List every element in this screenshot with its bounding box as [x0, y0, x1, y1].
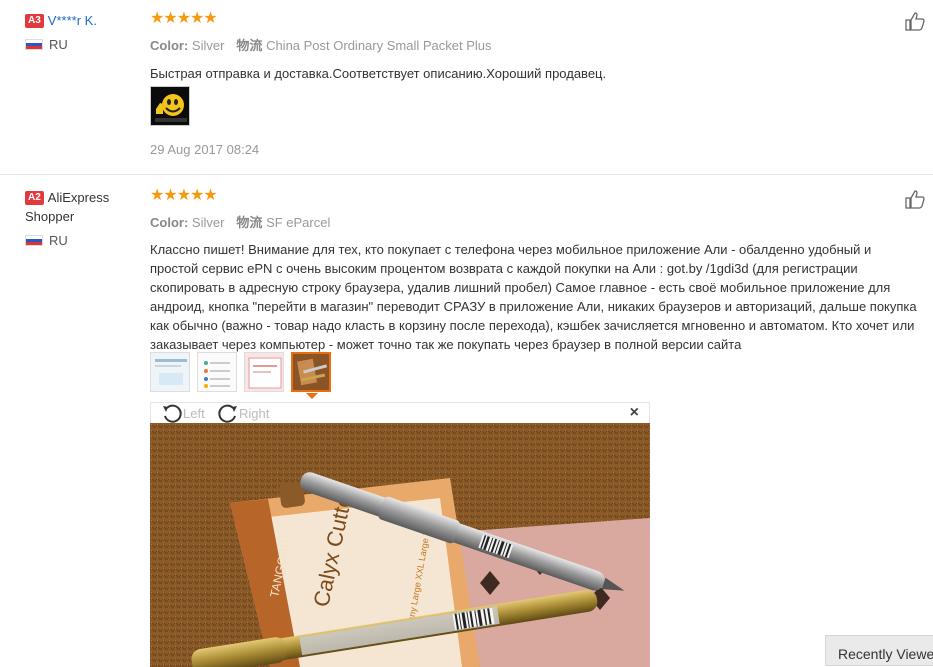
pens-on-cardboard-photo: Calyx Cutter TANGCHU Sunny Large XXL Lar… [150, 423, 650, 667]
review-text: Быстрая отправка и доставка.Соответствуе… [150, 66, 607, 81]
pens-thumb-image [293, 354, 329, 390]
buyer-level-badge: A3 [25, 14, 44, 28]
star-rating: ★★★★★ [150, 10, 218, 27]
rotate-right-icon [218, 404, 237, 423]
thumbs-up-smiley-image [151, 87, 189, 125]
rotate-left-button[interactable]: Left [161, 403, 205, 423]
recently-viewed-tab[interactable]: Recently Viewed [825, 635, 933, 666]
review-date: 29 Aug 2017 08:24 [150, 142, 260, 157]
review-photo-thumb[interactable] [197, 352, 237, 392]
order-info: Color: Silver 物流 SF eParcel [150, 215, 331, 230]
close-viewer-button[interactable]: × [630, 404, 639, 422]
buyer-level-badge: A2 [25, 191, 44, 205]
review-photo-thumb-selected[interactable] [291, 352, 331, 392]
reviewer-name[interactable]: V****r K. [48, 13, 97, 28]
image-viewer: Left Right × Calyx Cutter TANGCHU Sunny … [150, 402, 650, 667]
reviewer-info: A3 V****r K. RU [25, 11, 140, 52]
viewer-toolbar: Left Right × [150, 402, 650, 423]
thumbs-up-icon[interactable] [904, 10, 926, 32]
rotate-right-button[interactable]: Right [217, 403, 269, 423]
review-body: ★★★★★ Color: Silver 物流 China Post Ordinar… [150, 11, 920, 83]
reviewer-info: A2 AliExpress Shopper RU [25, 188, 140, 248]
thumbs-up-icon[interactable] [904, 188, 926, 210]
thumb-selection-caret [306, 393, 318, 399]
screenshot-thumb-image [198, 353, 236, 391]
review-body: ★★★★★ Color: Silver 物流 SF eParcel Классно… [150, 188, 920, 354]
screenshot-thumb-image [151, 353, 189, 391]
reviewer-country: RU [25, 37, 140, 52]
review-item: A2 AliExpress Shopper RU ★★★★★ Color: Sil… [0, 174, 933, 667]
star-rating: ★★★★★ [150, 187, 218, 204]
review-photo-thumb[interactable] [150, 86, 190, 126]
russia-flag-icon [25, 39, 43, 50]
reviewer-country: RU [25, 233, 140, 248]
screenshot-thumb-image [245, 353, 283, 391]
review-photo-thumb[interactable] [244, 352, 284, 392]
review-text: Классно пишет! Внимание для тех, кто пок… [150, 242, 917, 352]
review-photo-large[interactable]: Calyx Cutter TANGCHU Sunny Large XXL Lar… [150, 423, 650, 667]
review-item: A3 V****r K. RU ★★★★★ Color: Silver 物流 Chi… [0, 0, 933, 175]
rotate-left-icon [163, 404, 182, 423]
review-photo-thumb[interactable] [150, 352, 190, 392]
russia-flag-icon [25, 235, 43, 246]
order-info: Color: Silver 物流 China Post Ordinary Smal… [150, 38, 492, 53]
